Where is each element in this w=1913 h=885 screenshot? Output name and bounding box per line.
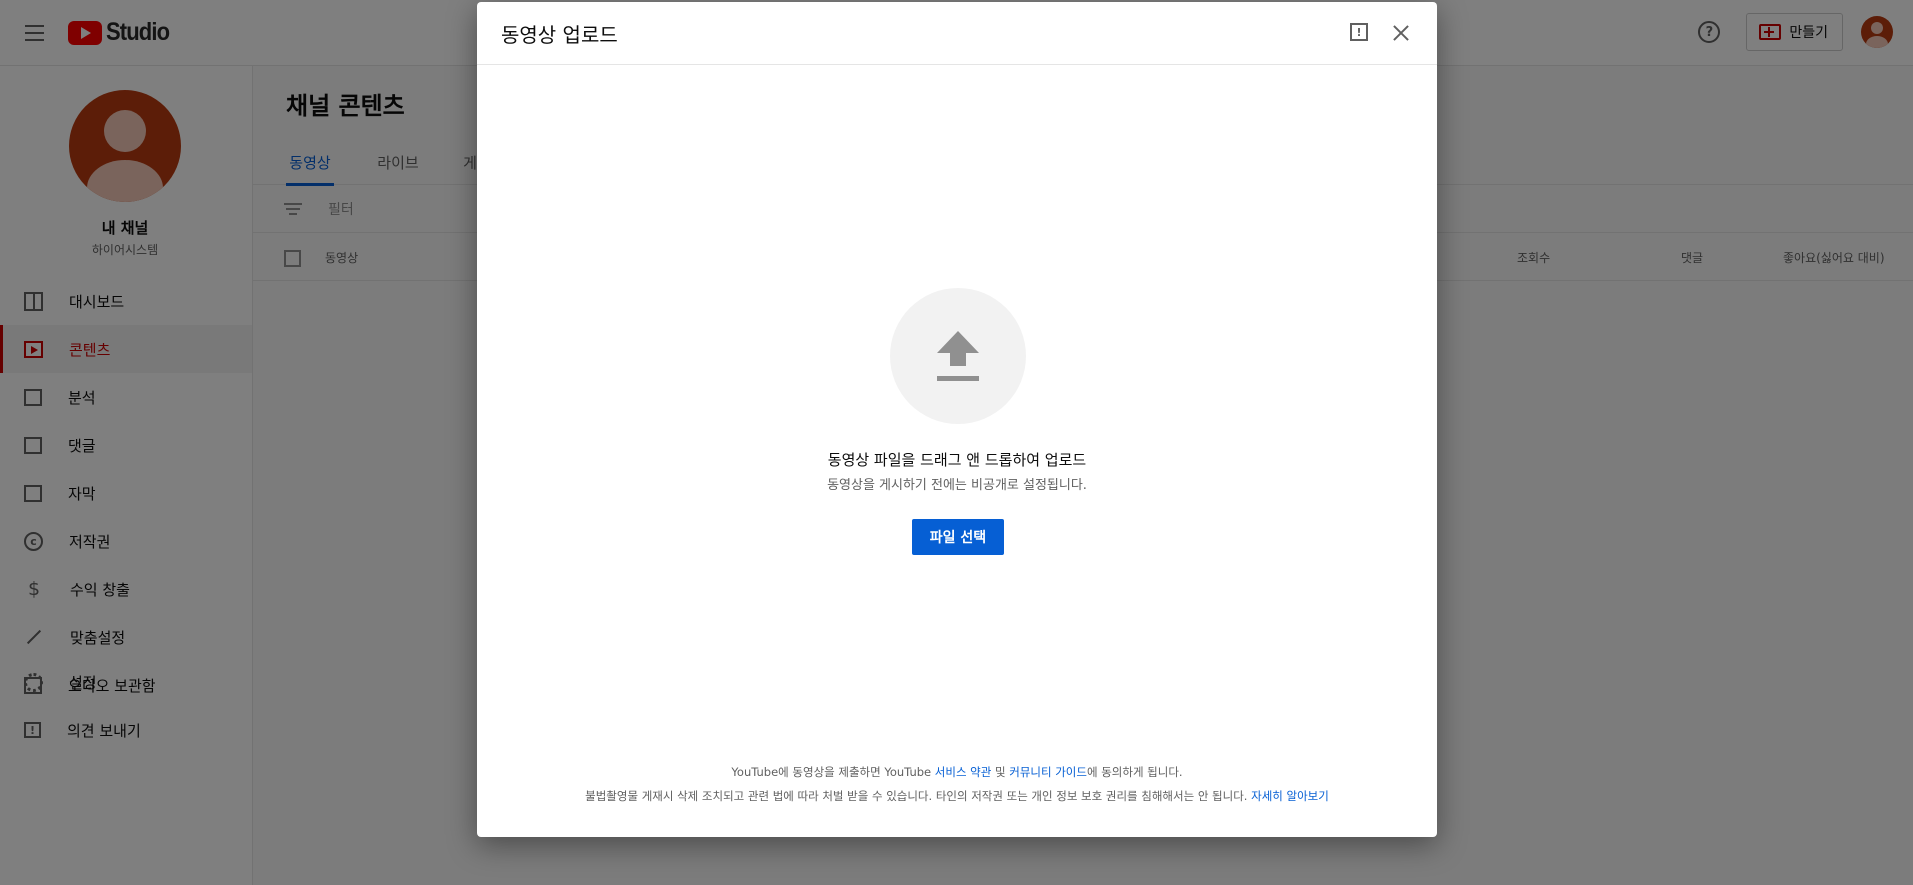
upload-arrow-base <box>937 376 979 381</box>
upload-dialog: 동영상 업로드 ! 동영상 파일을 드래그 앤 드롭하여 업로드 동영상을 게시… <box>477 2 1437 837</box>
drop-instructions: 동영상 파일을 드래그 앤 드롭하여 업로드 <box>827 451 1087 469</box>
learn-more-link[interactable]: 자세히 알아보기 <box>1251 789 1329 803</box>
upload-drop-zone[interactable] <box>890 288 1026 424</box>
drop-subtitle: 동영상을 게시하기 전에는 비공개로 설정됩니다. <box>827 478 1087 493</box>
community-guidelines-link[interactable]: 커뮤니티 가이드 <box>1009 765 1087 779</box>
terms-notice: YouTube에 동영상을 제출하면 YouTube 서비스 약관 및 커뮤니티… <box>477 764 1437 780</box>
close-icon[interactable] <box>1390 22 1412 44</box>
upload-arrow-icon <box>937 331 979 353</box>
terms-of-service-link[interactable]: 서비스 약관 <box>935 765 992 779</box>
dialog-header: 동영상 업로드 ! <box>477 2 1437 65</box>
select-files-button[interactable]: 파일 선택 <box>912 519 1004 555</box>
terms-text-suffix: 에 동의하게 됩니다. <box>1086 765 1183 779</box>
legal-warning: 불법촬영물 게재시 삭제 조치되고 관련 법에 따라 처벌 받을 수 있습니다.… <box>477 788 1437 804</box>
dialog-title: 동영상 업로드 <box>501 23 618 47</box>
legal-warning-text: 불법촬영물 게재시 삭제 조치되고 관련 법에 따라 처벌 받을 수 있습니다.… <box>585 789 1252 803</box>
terms-text-and: 및 <box>991 765 1010 779</box>
terms-text-prefix: YouTube에 동영상을 제출하면 YouTube <box>731 765 935 779</box>
send-feedback-icon[interactable]: ! <box>1350 23 1368 41</box>
upload-arrow-stem <box>950 352 966 366</box>
